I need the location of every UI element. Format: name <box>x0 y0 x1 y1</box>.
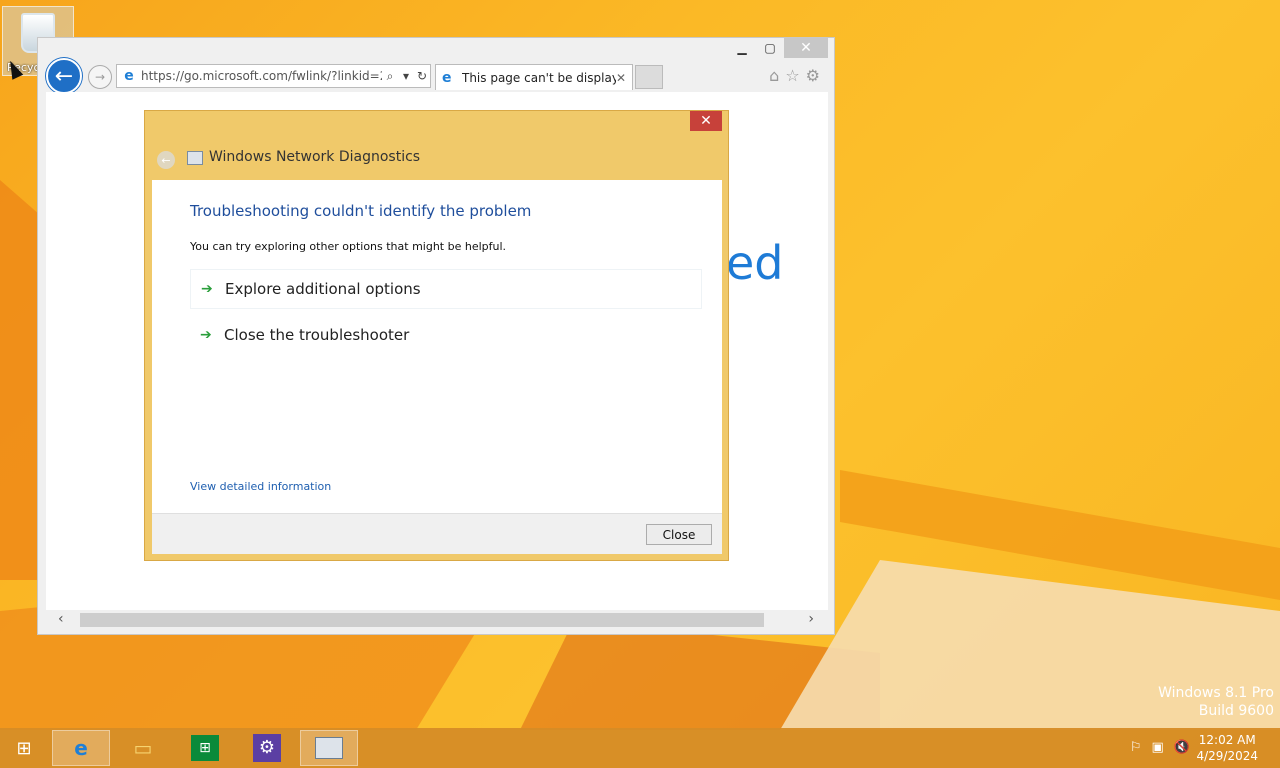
explore-options-button[interactable]: ➔ Explore additional options <box>190 269 702 309</box>
diagnostics-dialog: ✕ ← Windows Network Diagnostics Troubles… <box>144 110 729 561</box>
close-tab-icon[interactable]: ✕ <box>616 71 632 85</box>
diagnostics-taskbar-icon[interactable] <box>300 730 358 766</box>
page-heading: ed <box>726 236 784 290</box>
close-button[interactable]: Close <box>646 524 712 545</box>
scrollbar-thumb[interactable] <box>80 613 764 627</box>
ie-icon: e <box>124 68 134 84</box>
ie-taskbar-icon[interactable]: e <box>52 730 110 766</box>
system-tray: ⚐ ▣ 🔇 <box>1130 740 1190 755</box>
option-label: Explore additional options <box>225 280 421 298</box>
minimize-button[interactable]: ▁ <box>728 38 756 58</box>
close-troubleshooter-button[interactable]: ➔ Close the troubleshooter <box>190 315 702 355</box>
window-controls: ▁ ▢ ✕ <box>728 38 828 58</box>
address-url[interactable]: https://go.microsoft.com/fwlink/?linkid=… <box>141 69 382 83</box>
green-arrow-icon: ➔ <box>201 281 213 297</box>
dialog-subtext: You can try exploring other options that… <box>190 240 507 253</box>
tab-page[interactable]: e This page can't be displayed ✕ <box>435 64 633 90</box>
network-diagnostics-icon <box>187 151 203 165</box>
dialog-title: Windows Network Diagnostics <box>209 149 421 165</box>
volume-muted-icon[interactable]: 🔇 <box>1174 740 1190 755</box>
forward-button[interactable]: → <box>88 65 112 89</box>
close-window-button[interactable]: ✕ <box>784 38 828 58</box>
dialog-heading: Troubleshooting couldn't identify the pr… <box>190 202 532 220</box>
watermark-build: Build 9600 <box>1198 703 1274 719</box>
favorites-icon[interactable]: ☆ <box>785 66 799 85</box>
tab-title: This page can't be displayed <box>462 70 616 85</box>
clock[interactable]: 12:02 AM 4/29/2024 <box>1196 732 1258 764</box>
taskbar: ⊞ e ▭ ⊞ ⚙ ⚐ ▣ 🔇 12:02 AM 4/29/2024 <box>0 728 1280 768</box>
scroll-right-icon[interactable]: › <box>808 611 814 627</box>
browser-tools: ⌂ ☆ ⚙ <box>769 66 820 85</box>
home-icon[interactable]: ⌂ <box>769 66 779 85</box>
option-label: Close the troubleshooter <box>224 326 410 344</box>
ie-icon: e <box>442 69 452 86</box>
view-details-link[interactable]: View detailed information <box>190 480 331 493</box>
close-dialog-button[interactable]: ✕ <box>690 111 722 131</box>
store-icon[interactable]: ⊞ <box>176 730 234 766</box>
new-tab-button[interactable] <box>635 65 663 89</box>
horizontal-scrollbar[interactable]: ‹ › <box>46 610 828 630</box>
gear-icon[interactable]: ⚙ <box>806 66 820 85</box>
network-icon[interactable]: ▣ <box>1152 740 1164 755</box>
dropdown-icon[interactable]: ▾ <box>398 69 414 83</box>
green-arrow-icon: ➔ <box>200 327 212 343</box>
clock-time: 12:02 AM <box>1198 733 1256 747</box>
search-icon[interactable]: ⌕ <box>382 69 398 84</box>
watermark-edition: Windows 8.1 Pro <box>1158 685 1274 701</box>
dialog-back-button[interactable]: ← <box>157 151 175 169</box>
address-bar[interactable]: e https://go.microsoft.com/fwlink/?linki… <box>116 64 431 88</box>
os-watermark: Windows 8.1 Pro Build 9600 <box>1158 684 1274 720</box>
refresh-icon[interactable]: ↻ <box>414 69 430 83</box>
windows-start-icon[interactable]: ⊞ <box>10 738 38 760</box>
back-button[interactable]: ← <box>46 58 82 94</box>
file-explorer-icon[interactable]: ▭ <box>114 730 172 766</box>
settings-icon[interactable]: ⚙ <box>238 730 296 766</box>
flag-icon[interactable]: ⚐ <box>1130 740 1142 755</box>
clock-date: 4/29/2024 <box>1196 749 1258 763</box>
scroll-left-icon[interactable]: ‹ <box>58 611 64 627</box>
dialog-footer: Close <box>152 513 722 554</box>
dialog-body: Troubleshooting couldn't identify the pr… <box>152 180 722 554</box>
maximize-button[interactable]: ▢ <box>756 38 784 58</box>
